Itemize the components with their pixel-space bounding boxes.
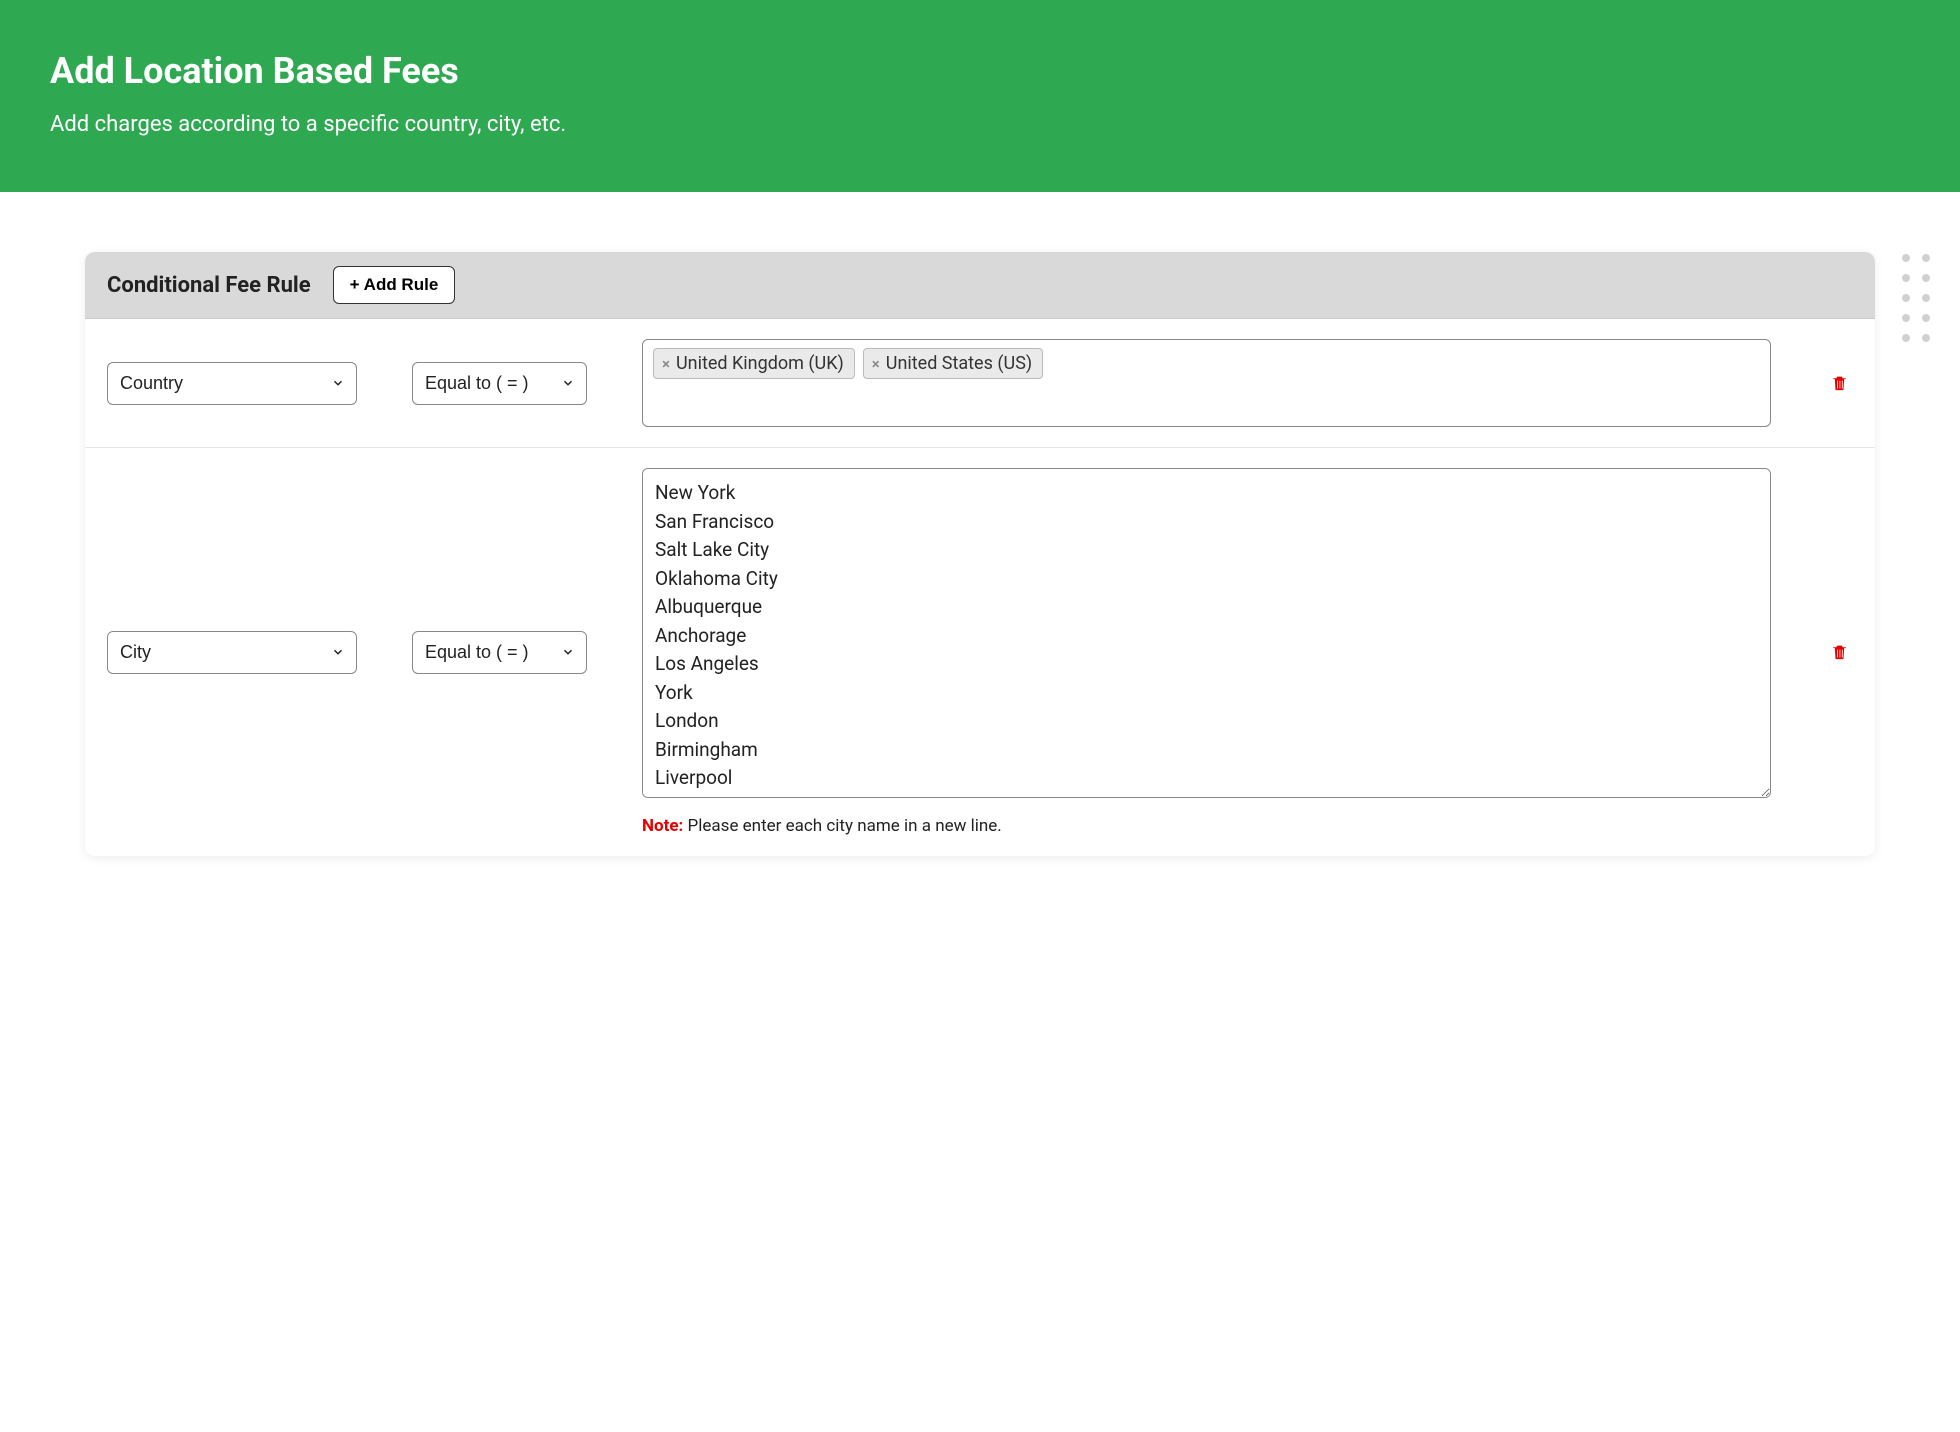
decoration-dots: [1902, 254, 1930, 342]
page-header: Add Location Based Fees Add charges acco…: [0, 0, 1960, 192]
operator-select[interactable]: Equal to ( = ): [412, 362, 587, 405]
tag-input[interactable]: × United Kingdom (UK) × United States (U…: [642, 339, 1771, 427]
rule-card: Conditional Fee Rule + Add Rule Country …: [85, 252, 1875, 856]
tag-item: × United States (US): [863, 348, 1043, 379]
field-select-wrap: City: [107, 631, 357, 674]
operator-select-wrap: Equal to ( = ): [412, 362, 587, 405]
note-body: Please enter each city name in a new lin…: [683, 816, 1001, 836]
rule-row: Country Equal to ( = ) × United Kingdom …: [85, 319, 1875, 448]
remove-tag-icon[interactable]: ×: [872, 355, 882, 373]
note-label: Note:: [642, 816, 683, 836]
delete-rule-button[interactable]: [1826, 637, 1853, 667]
value-column: Note: Please enter each city name in a n…: [642, 468, 1771, 836]
field-select-wrap: Country: [107, 362, 357, 405]
tag-label: United States (US): [886, 353, 1032, 374]
card-title: Conditional Fee Rule: [107, 273, 311, 298]
tag-item: × United Kingdom (UK): [653, 348, 855, 379]
field-select[interactable]: Country: [107, 362, 357, 405]
operator-select[interactable]: Equal to ( = ): [412, 631, 587, 674]
rule-row: City Equal to ( = ) Note: Please enter e…: [85, 448, 1875, 856]
delete-rule-button[interactable]: [1826, 368, 1853, 398]
page-title: Add Location Based Fees: [50, 50, 1910, 92]
page-subtitle: Add charges according to a specific coun…: [50, 112, 1910, 137]
add-rule-button[interactable]: + Add Rule: [333, 266, 456, 304]
trash-icon: [1830, 372, 1849, 394]
trash-icon: [1830, 641, 1849, 663]
note-text: Note: Please enter each city name in a n…: [642, 816, 1771, 836]
card-header: Conditional Fee Rule + Add Rule: [85, 252, 1875, 319]
city-textarea[interactable]: [642, 468, 1771, 798]
operator-select-wrap: Equal to ( = ): [412, 631, 587, 674]
value-column: × United Kingdom (UK) × United States (U…: [642, 339, 1771, 427]
tag-label: United Kingdom (UK): [676, 353, 844, 374]
field-select[interactable]: City: [107, 631, 357, 674]
remove-tag-icon[interactable]: ×: [662, 355, 672, 373]
